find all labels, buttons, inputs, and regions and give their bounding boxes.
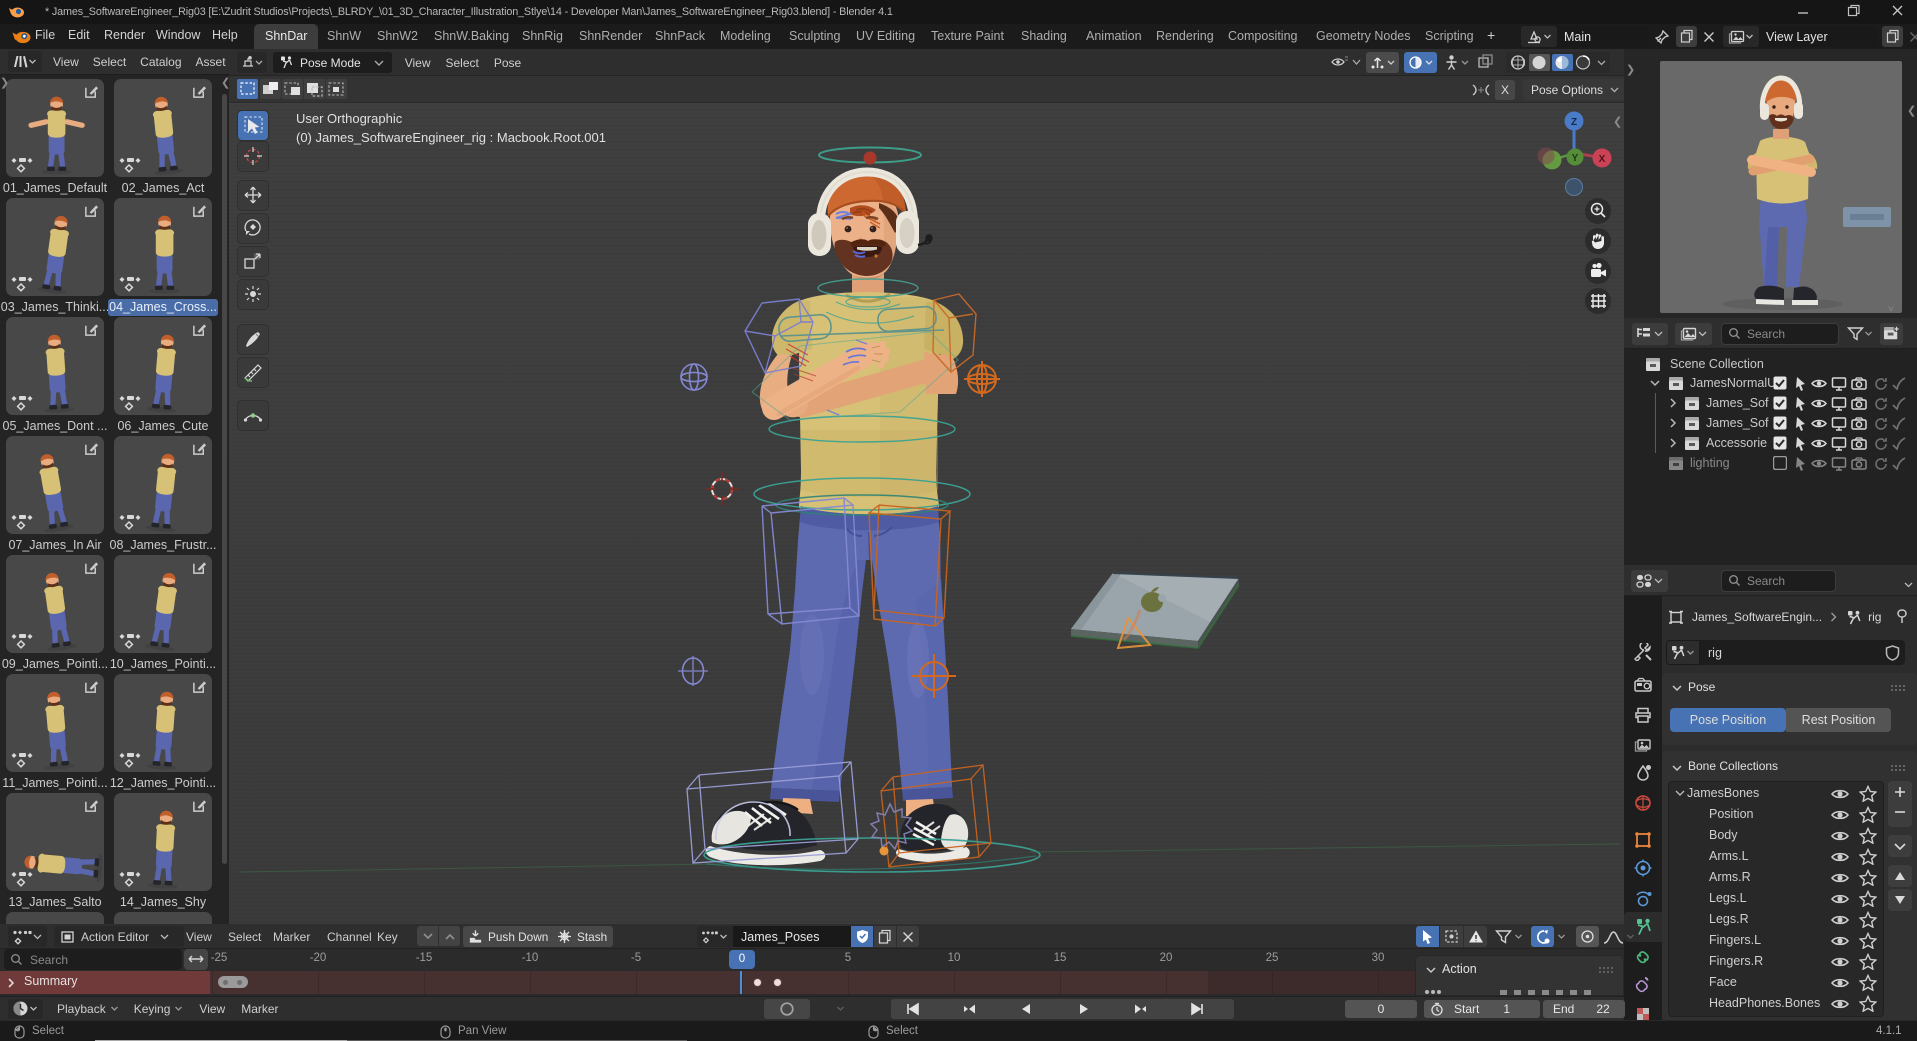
- svg-text:Y: Y: [1572, 153, 1579, 164]
- svg-text:X: X: [1599, 154, 1606, 165]
- svg-text:Z: Z: [1571, 117, 1577, 128]
